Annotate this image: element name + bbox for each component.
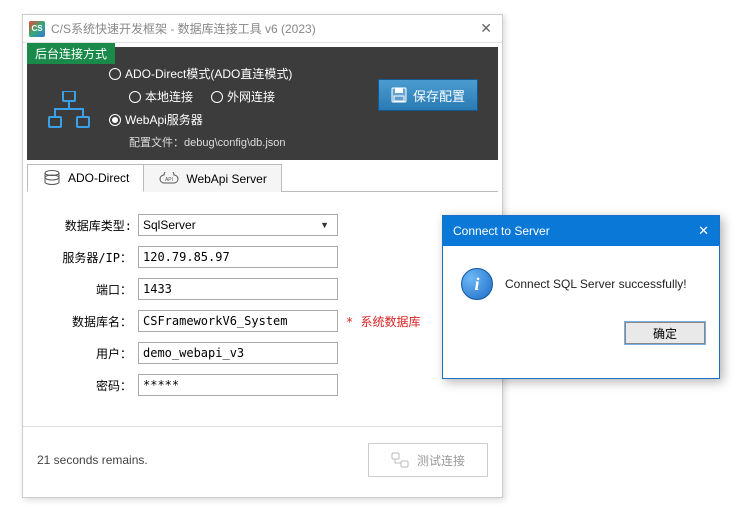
radio-icon — [109, 114, 121, 126]
port-input[interactable] — [138, 278, 338, 300]
status-text: 21 seconds remains. — [37, 453, 148, 467]
db-type-select[interactable]: SqlServer ▼ — [138, 214, 338, 236]
dbname-label: 数据库名： — [43, 313, 138, 330]
save-icon — [391, 87, 407, 103]
tab-ado-direct[interactable]: ADO-Direct — [27, 164, 144, 192]
ok-button[interactable]: 确定 — [625, 322, 705, 344]
dialog-body: i Connect SQL Server successfully! — [443, 246, 719, 322]
server-input[interactable] — [138, 246, 338, 268]
tab-strip: ADO-Direct API WebApi Server — [27, 164, 498, 192]
radio-ado-direct[interactable]: ADO-Direct模式(ADO直连模式) — [109, 65, 292, 82]
link-icon — [391, 452, 409, 468]
dialog-title: Connect to Server — [453, 224, 550, 238]
footer-row: 21 seconds remains. 测试连接 — [23, 437, 502, 487]
radio-label: 本地连接 — [145, 88, 193, 105]
config-path: debug\config\db.json — [184, 137, 286, 149]
password-label: 密码： — [43, 377, 138, 394]
dialog-message: Connect SQL Server successfully! — [505, 277, 687, 291]
app-icon: CS — [29, 21, 45, 37]
chevron-down-icon: ▼ — [320, 220, 333, 230]
radio-external[interactable]: 外网连接 — [211, 88, 275, 105]
password-input[interactable] — [138, 374, 338, 396]
dialog-footer: 确定 — [443, 322, 719, 358]
radio-webapi[interactable]: WebApi服务器 — [109, 111, 203, 128]
save-config-button[interactable]: 保存配置 — [378, 79, 478, 111]
radio-icon — [109, 68, 121, 80]
radio-label: 外网连接 — [227, 88, 275, 105]
radio-label: ADO-Direct模式(ADO直连模式) — [125, 65, 292, 82]
test-connection-button[interactable]: 测试连接 — [368, 443, 488, 477]
config-path-row: 配置文件：debug\config\db.json — [129, 134, 486, 150]
close-icon[interactable]: ✕ — [476, 20, 496, 37]
cloud-api-icon: API — [158, 172, 180, 186]
port-label: 端口： — [43, 281, 138, 298]
user-input[interactable] — [138, 342, 338, 364]
divider — [23, 426, 502, 427]
connect-dialog: Connect to Server ✕ i Connect SQL Server… — [442, 215, 720, 379]
user-label: 用户： — [43, 345, 138, 362]
save-button-label: 保存配置 — [413, 86, 465, 105]
database-icon — [42, 170, 62, 186]
close-icon[interactable]: ✕ — [698, 223, 709, 239]
tab-label: WebApi Server — [186, 172, 266, 186]
window-title: C/S系统快速开发框架 - 数据库连接工具 v6 (2023) — [51, 20, 316, 37]
network-icon — [47, 91, 91, 134]
panel-tag: 后台连接方式 — [27, 43, 115, 64]
db-type-value: SqlServer — [143, 218, 196, 232]
radio-icon — [129, 91, 141, 103]
config-label: 配置文件： — [129, 137, 184, 149]
tab-webapi-server[interactable]: API WebApi Server — [143, 164, 281, 192]
connection-mode-panel: 后台连接方式 ADO-Direct模式(ADO直连模式) 本地连接 — [27, 47, 498, 160]
dbname-input[interactable] — [138, 310, 338, 332]
info-icon: i — [461, 268, 493, 300]
dbname-note: * 系统数据库 — [346, 313, 420, 330]
radio-label: WebApi服务器 — [125, 111, 203, 128]
server-label: 服务器/IP： — [43, 249, 138, 266]
titlebar: CS C/S系统快速开发框架 - 数据库连接工具 v6 (2023) ✕ — [23, 15, 502, 43]
svg-text:API: API — [165, 177, 173, 183]
db-type-label: 数据库类型: — [43, 217, 138, 234]
dialog-titlebar: Connect to Server ✕ — [443, 216, 719, 246]
radio-icon — [211, 91, 223, 103]
test-button-label: 测试连接 — [417, 452, 465, 469]
radio-local[interactable]: 本地连接 — [129, 88, 193, 105]
form-panel: 数据库类型: SqlServer ▼ 服务器/IP： 端口： 数据库名： * 系… — [27, 191, 498, 416]
tab-label: ADO-Direct — [68, 171, 129, 185]
main-window: CS C/S系统快速开发框架 - 数据库连接工具 v6 (2023) ✕ 后台连… — [22, 14, 503, 498]
